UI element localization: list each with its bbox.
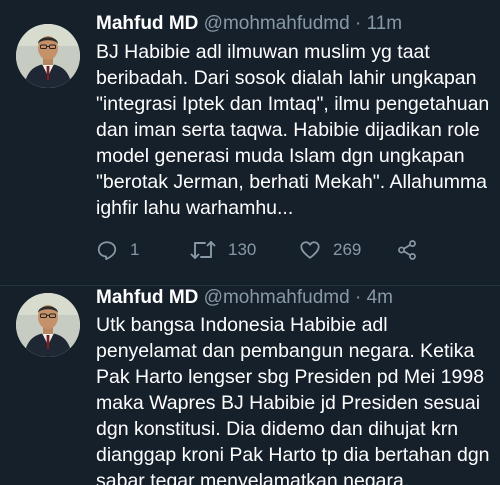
avatar[interactable] [16,293,80,357]
reply-button[interactable]: 1 [96,236,139,264]
like-button[interactable]: 269 [299,236,361,264]
separator-dot: · [354,287,362,308]
reply-icon [97,241,117,261]
retweet-button[interactable]: 130 [190,236,256,264]
retweet-icon [190,241,216,259]
heart-icon [300,241,320,259]
retweet-count: 130 [228,240,257,259]
tweet-item[interactable]: Mahfud MD @mohmahfudmd · 11m BJ Habibie … [0,0,500,286]
avatar[interactable] [16,24,80,88]
author-name[interactable]: Mahfud MD [96,13,198,34]
author-handle[interactable]: @mohmahfudmd [204,13,350,34]
avatar-image [16,24,80,88]
separator-dot: · [354,13,362,34]
tweet-header: Mahfud MD @mohmahfudmd · 4m [96,286,393,310]
share-button[interactable] [396,236,418,264]
tweet-header: Mahfud MD @mohmahfudmd · 11m [96,12,402,36]
tweet-timestamp[interactable]: 11m [367,13,403,34]
tweet-timestamp[interactable]: 4m [367,287,393,308]
tweet-actions: 1 130 269 [96,236,496,264]
author-handle[interactable]: @mohmahfudmd [204,287,350,308]
tweet-text: BJ Habibie adl ilmuwan muslim yg taat be… [96,41,490,219]
share-icon [398,240,416,260]
tweet-text: Utk bangsa Indonesia Habibie adl penyela… [96,314,490,485]
reply-count: 1 [130,240,140,259]
author-name[interactable]: Mahfud MD [96,287,198,308]
tweet-item[interactable]: Mahfud MD @mohmahfudmd · 4m Utk bangsa I… [0,286,500,485]
like-count: 269 [333,240,362,259]
avatar-image [16,293,80,357]
